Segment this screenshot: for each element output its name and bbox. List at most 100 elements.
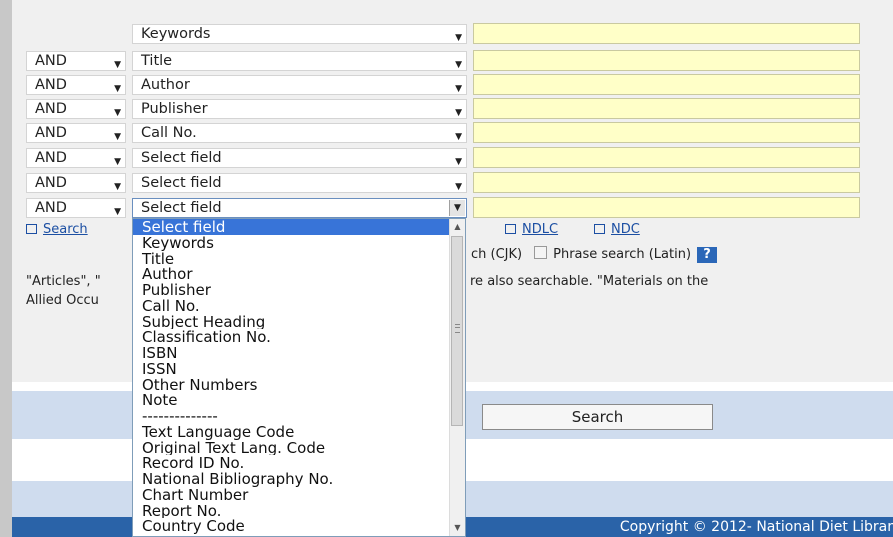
field-select-3[interactable]: Author ▼ [132, 75, 467, 95]
dropdown-arrow-icon: ▼ [455, 60, 462, 70]
dropdown-option[interactable]: Original Text Lang. Code [133, 440, 450, 456]
left-edge-strip [0, 0, 12, 537]
dropdown-option[interactable]: National Bibliography No. [133, 471, 450, 487]
field-select-label: Title [141, 53, 173, 69]
field-select-4[interactable]: Publisher ▼ [132, 99, 467, 119]
dropdown-options: Select field Keywords Title Author Publi… [133, 219, 450, 534]
dropdown-option[interactable]: Note [133, 392, 450, 408]
dropdown-arrow-icon: ▼ [114, 60, 121, 70]
dropdown-option[interactable]: Report No. [133, 503, 450, 519]
dropdown-option[interactable]: Keywords [133, 235, 450, 251]
dropdown-option[interactable]: Text Language Code [133, 424, 450, 440]
dropdown-option[interactable]: Title [133, 251, 450, 267]
search-link-label: Search [43, 222, 88, 237]
operator-select-7[interactable]: AND ▼ [26, 173, 126, 193]
operator-select-8[interactable]: AND ▼ [26, 198, 126, 218]
dropdown-arrow-icon: ▼ [455, 157, 462, 167]
scroll-up-arrow-icon[interactable]: ▲ [450, 219, 465, 235]
search-button[interactable]: Search [482, 404, 713, 430]
dropdown-arrow-icon: ▼ [114, 182, 121, 192]
operator-select-5[interactable]: AND ▼ [26, 123, 126, 143]
field-select-5[interactable]: Call No. ▼ [132, 123, 467, 143]
operator-label: AND [35, 101, 67, 117]
dropdown-option[interactable]: Classification No. [133, 329, 450, 345]
field-select-label: Call No. [141, 125, 197, 141]
scroll-down-arrow-icon[interactable]: ▼ [450, 520, 465, 536]
operator-select-4[interactable]: AND ▼ [26, 99, 126, 119]
operator-label: AND [35, 150, 67, 166]
field-select-label: Publisher [141, 101, 208, 117]
operator-select-2[interactable]: AND ▼ [26, 51, 126, 71]
note-text-line2: Allied Occu [26, 293, 99, 308]
popup-window-icon [594, 224, 605, 234]
phrase-latin-label: Phrase search (Latin) [553, 247, 692, 262]
search-term-input-1[interactable] [473, 23, 860, 44]
copyright-text: Copyright © 2012- National Diet Librar [619, 519, 893, 535]
phrase-latin-checkbox[interactable] [534, 246, 548, 259]
dropdown-option[interactable]: Publisher [133, 282, 450, 298]
dropdown-option-selected[interactable]: Select field [133, 219, 450, 235]
field-select-6[interactable]: Select field ▼ [132, 148, 467, 168]
dropdown-arrow-icon: ▼ [114, 108, 121, 118]
popup-window-icon [505, 224, 516, 234]
field-select-2[interactable]: Title ▼ [132, 51, 467, 71]
dropdown-scrollbar[interactable]: ▲ ▼ [449, 219, 465, 536]
ndc-link[interactable]: NDC [594, 222, 640, 237]
scrollbar-thumb[interactable] [451, 236, 463, 426]
note-text-left: "Articles", " [26, 274, 101, 289]
field-select-7[interactable]: Select field ▼ [132, 173, 467, 193]
dropdown-option[interactable]: Record ID No. [133, 455, 450, 471]
dropdown-arrow-icon: ▼ [449, 200, 465, 216]
operator-label: AND [35, 200, 67, 216]
dropdown-option[interactable]: Country Code [133, 518, 450, 534]
dropdown-arrow-icon: ▼ [114, 132, 121, 142]
search-term-input-5[interactable] [473, 122, 860, 143]
dropdown-arrow-icon: ▼ [114, 207, 121, 217]
dropdown-option[interactable]: Author [133, 266, 450, 282]
search-options-row: ch (CJK) Phrase search (Latin)? [471, 246, 718, 263]
search-term-input-3[interactable] [473, 74, 860, 95]
dropdown-arrow-icon: ▼ [455, 33, 462, 43]
operator-select-6[interactable]: AND ▼ [26, 148, 126, 168]
operator-select-3[interactable]: AND ▼ [26, 75, 126, 95]
popup-window-icon [26, 224, 37, 234]
cjk-search-label: ch (CJK) [471, 247, 523, 262]
field-select-label: Select field [141, 200, 222, 216]
note-text-right: re also searchable. "Materials on the [470, 274, 709, 289]
search-term-input-7[interactable] [473, 172, 860, 193]
field-select-1[interactable]: Keywords ▼ [132, 24, 467, 44]
ndc-link-label: NDC [611, 222, 640, 237]
field-select-label: Select field [141, 175, 222, 191]
dropdown-arrow-icon: ▼ [114, 157, 121, 167]
operator-label: AND [35, 53, 67, 69]
grip-icon [455, 324, 460, 333]
search-term-input-4[interactable] [473, 98, 860, 119]
dropdown-option[interactable]: Call No. [133, 298, 450, 314]
dropdown-separator: -------------- [142, 408, 218, 424]
search-term-input-8[interactable] [473, 197, 860, 218]
dropdown-arrow-icon: ▼ [114, 84, 121, 94]
field-select-label: Author [141, 77, 190, 93]
search-term-input-6[interactable] [473, 147, 860, 168]
operator-label: AND [35, 125, 67, 141]
dropdown-arrow-icon: ▼ [455, 182, 462, 192]
dropdown-option[interactable]: Subject Heading [133, 314, 450, 330]
dropdown-option[interactable]: Chart Number [133, 487, 450, 503]
help-button[interactable]: ? [697, 247, 718, 263]
field-select-8[interactable]: Select field ▼ [132, 198, 467, 218]
search-term-input-2[interactable] [473, 50, 860, 71]
dropdown-option[interactable]: Other Numbers [133, 377, 450, 393]
dropdown-arrow-icon: ▼ [455, 132, 462, 142]
field-select-label: Keywords [141, 26, 211, 42]
dropdown-arrow-icon: ▼ [455, 108, 462, 118]
dropdown-option[interactable]: ISBN [133, 345, 450, 361]
ndlc-link[interactable]: NDLC [505, 222, 558, 237]
operator-label: AND [35, 175, 67, 191]
ndlc-link-label: NDLC [522, 222, 559, 237]
dropdown-option[interactable]: ISSN [133, 361, 450, 377]
search-link[interactable]: Search [26, 222, 88, 237]
field-select-label: Select field [141, 150, 222, 166]
operator-label: AND [35, 77, 67, 93]
dropdown-arrow-icon: ▼ [455, 84, 462, 94]
field-dropdown-list[interactable]: Select field Keywords Title Author Publi… [132, 218, 466, 537]
